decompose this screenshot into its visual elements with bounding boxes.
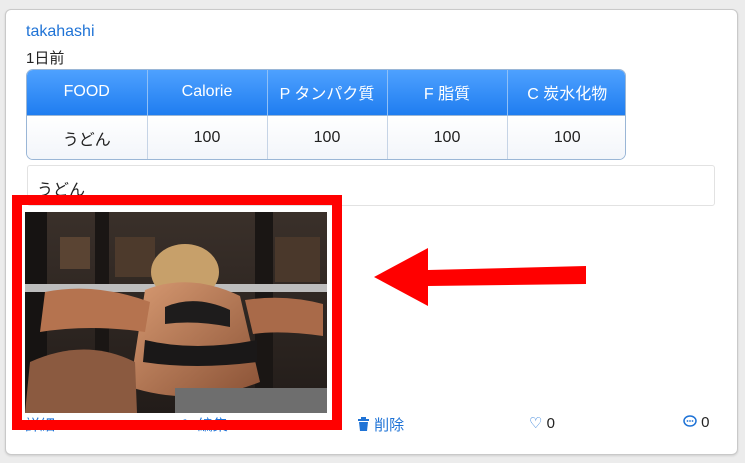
username-link[interactable]: takahashi	[26, 23, 95, 41]
detail-link[interactable]: 詳細	[25, 414, 55, 434]
comment-count: 0	[701, 414, 710, 431]
nutrition-table: FOOD Calorie P タンパク質 F 脂質 C 炭水化物 うどん 100…	[26, 69, 626, 160]
heart-icon: ♡	[529, 415, 543, 432]
edit-link[interactable]: ✎ 編集	[181, 414, 228, 434]
header-carb: C 炭水化物	[507, 70, 625, 115]
cell-protein: 100	[267, 114, 388, 159]
like-count: 0	[546, 415, 555, 432]
trash-icon	[357, 417, 374, 434]
post-time: 1日前	[26, 50, 65, 67]
workout-photo-illustration	[25, 212, 327, 413]
post-photo[interactable]	[25, 212, 327, 413]
header-food: FOOD	[27, 70, 148, 115]
comment-button[interactable]: 0	[683, 414, 710, 432]
cell-food: うどん	[27, 114, 148, 159]
table-row: うどん 100 100 100 100	[27, 114, 625, 159]
header-fat: F 脂質	[387, 70, 508, 115]
edit-icon: ✎	[181, 417, 194, 434]
cell-fat: 100	[387, 114, 508, 159]
comment-icon	[683, 414, 701, 431]
cell-carb: 100	[507, 114, 625, 159]
edit-label: 編集	[197, 417, 228, 434]
delete-label: 削除	[374, 417, 405, 434]
header-protein: P タンパク質	[267, 70, 388, 115]
annotation-arrow-icon	[374, 248, 586, 306]
cell-calorie: 100	[147, 114, 268, 159]
like-button[interactable]: ♡ 0	[529, 414, 555, 432]
header-calorie: Calorie	[147, 70, 268, 115]
delete-link[interactable]: 削除	[357, 414, 405, 434]
memo-text: うどん	[27, 165, 715, 206]
